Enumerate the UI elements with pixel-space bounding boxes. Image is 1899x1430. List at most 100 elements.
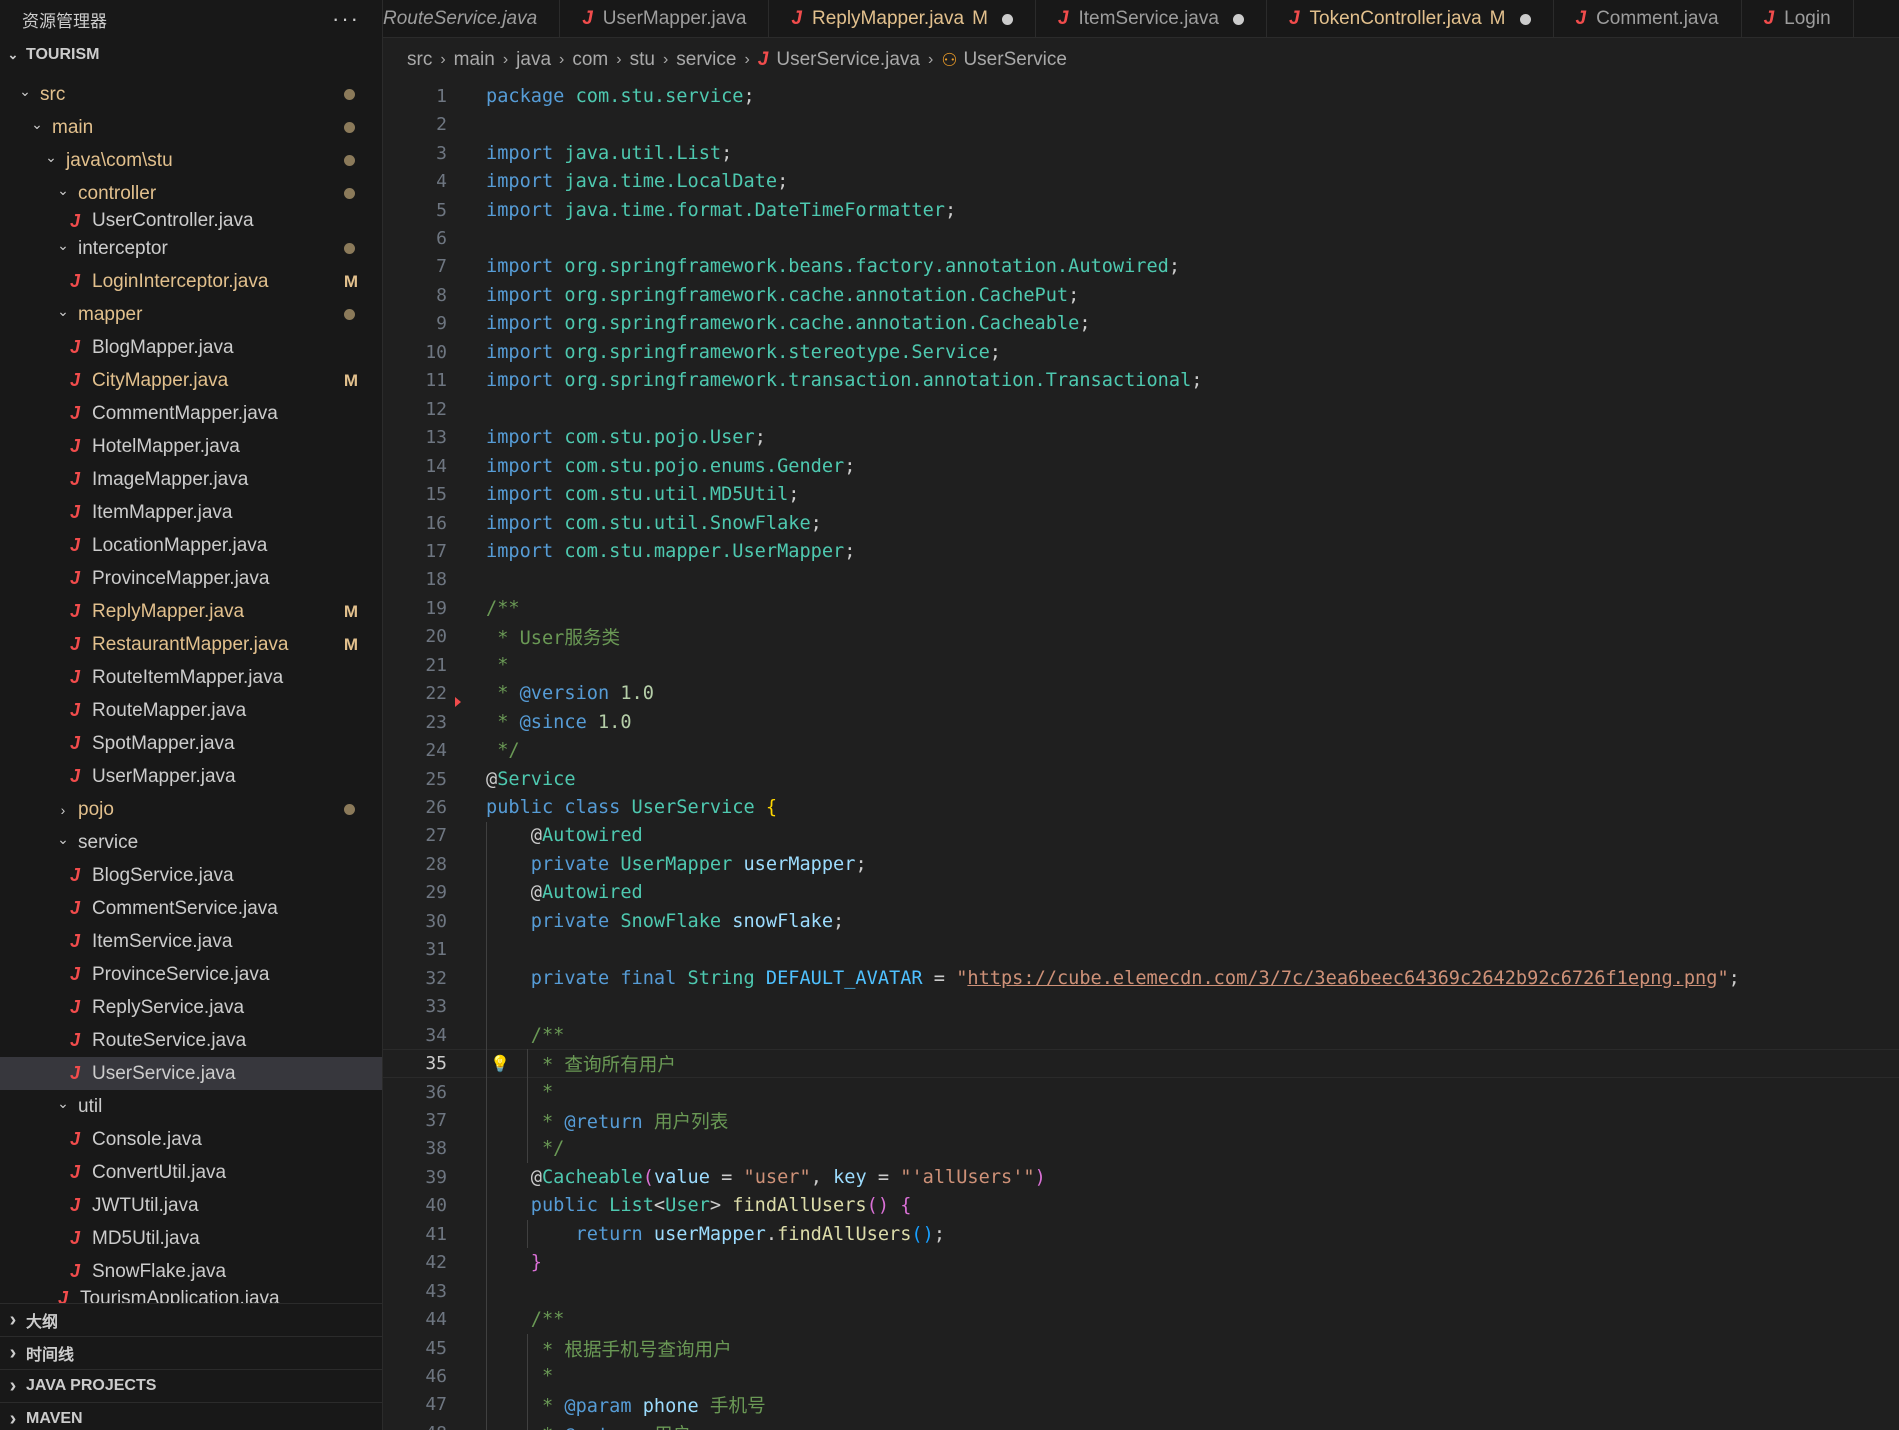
tree-file-item[interactable]: J SnowFlake.java: [0, 1255, 382, 1288]
tree-file-item[interactable]: J CommentService.java: [0, 892, 382, 925]
code-token: import: [486, 199, 565, 221]
tree-folder-item[interactable]: › pojo: [0, 793, 382, 826]
tab-replymapper-java[interactable]: J ReplyMapper.java M: [769, 0, 1036, 37]
line-number: 37: [425, 1109, 447, 1131]
tree-file-item[interactable]: J CommentMapper.java: [0, 397, 382, 430]
tree-folder-item[interactable]: ⌄ src: [0, 78, 382, 111]
code-token: *: [486, 1366, 554, 1387]
code-line: 9 import org.springframework.cache.annota…: [383, 310, 1899, 339]
tree-file-item[interactable]: J ProvinceMapper.java: [0, 562, 382, 595]
breadcrumb-item[interactable]: src: [407, 49, 432, 71]
code-token: package: [486, 85, 576, 107]
modified-badge: M: [1489, 8, 1506, 29]
tree-file-item[interactable]: J RouteMapper.java: [0, 694, 382, 727]
breadcrumb-item[interactable]: service: [676, 49, 736, 71]
tree-file-item[interactable]: J RouteItemMapper.java: [0, 661, 382, 694]
tab-tokencontroller-java[interactable]: J TokenController.java M: [1267, 0, 1554, 37]
ellipsis-icon[interactable]: ···: [332, 8, 360, 30]
tree-item-label: LocationMapper.java: [92, 534, 268, 556]
java-file-icon: J: [69, 766, 80, 786]
code-text: import org.springframework.beans.factory…: [486, 256, 1180, 277]
tab-login[interactable]: J Login: [1742, 0, 1854, 37]
tree-file-item[interactable]: J ItemMapper.java: [0, 496, 382, 529]
line-number: 41: [425, 1223, 447, 1245]
code-line: 8 import org.springframework.cache.annota…: [383, 281, 1899, 310]
code-line: 39 @Cacheable(value = "user", key = "'al…: [383, 1163, 1899, 1192]
code-token: com.stu.util.SnowFlake: [564, 512, 811, 534]
tree-file-item[interactable]: J UserMapper.java: [0, 760, 382, 793]
chevron-down-icon: ⌄: [57, 1095, 69, 1111]
code-text: * @return 用户列表: [486, 1107, 728, 1134]
breadcrumb-item[interactable]: main: [454, 49, 495, 71]
tree-file-item[interactable]: J ConvertUtil.java: [0, 1156, 382, 1189]
code-text: import java.time.LocalDate;: [486, 171, 788, 192]
line-number: 34: [425, 1024, 447, 1046]
tree-file-item[interactable]: J MD5Util.java: [0, 1222, 382, 1255]
breadcrumb-item[interactable]: UserService.java: [776, 49, 920, 71]
tree-folder-item[interactable]: ⌄ interceptor: [0, 232, 382, 265]
tree-folder-item[interactable]: ⌄ java\com\stu: [0, 144, 382, 177]
breadcrumb-item[interactable]: UserService: [963, 49, 1066, 71]
tab-itemservice-java[interactable]: J ItemService.java: [1036, 0, 1267, 37]
breadcrumb-item[interactable]: stu: [630, 49, 655, 71]
tree-file-item[interactable]: J RestaurantMapper.java M: [0, 628, 382, 661]
code-token: *: [486, 1396, 565, 1418]
tree-file-item[interactable]: J ImageMapper.java: [0, 463, 382, 496]
tree-file-item[interactable]: J UserController.java: [0, 210, 382, 232]
code-text: * 查询所有用户: [486, 1050, 676, 1077]
tree-file-item[interactable]: J LocationMapper.java: [0, 529, 382, 562]
tree-file-item[interactable]: J LoginInterceptor.java M: [0, 265, 382, 298]
chevron-right-icon: ›: [662, 51, 669, 68]
tab-routeservice-java[interactable]: RouteService.java: [383, 0, 561, 37]
tree-file-item[interactable]: J RouteService.java: [0, 1024, 382, 1057]
modified-badge: M: [972, 8, 988, 29]
tree-item-label: main: [52, 116, 94, 138]
chevron-down-icon: ⌄: [57, 303, 69, 319]
sidebar-section-3[interactable]: › MAVEN: [0, 1402, 382, 1430]
code-line: 23 * @since 1.0: [383, 708, 1899, 737]
tree-file-item[interactable]: J ReplyService.java: [0, 991, 382, 1024]
sidebar-section-1[interactable]: › 时间线: [0, 1336, 382, 1369]
code-token: org.springframework.cache.annotation.Cac…: [564, 284, 1069, 306]
breadcrumb-item[interactable]: java: [516, 49, 551, 71]
tree-file-item[interactable]: J BlogService.java: [0, 859, 382, 892]
code-token: 用户: [643, 1425, 691, 1430]
java-file-icon: J: [69, 370, 80, 390]
chevron-right-icon: ›: [744, 51, 750, 68]
code-token: ;: [810, 512, 822, 534]
tree-file-item[interactable]: J ProvinceService.java: [0, 958, 382, 991]
workspace-root[interactable]: ⌄ TOURISM: [0, 38, 382, 71]
tree-item-label: HotelMapper.java: [92, 435, 240, 457]
line-number: 42: [425, 1252, 447, 1274]
java-file-icon: J: [1763, 8, 1775, 29]
tree-file-item[interactable]: J TourismApplication.java: [0, 1288, 382, 1303]
tree-file-item[interactable]: J HotelMapper.java: [0, 430, 382, 463]
line-number: 4: [436, 171, 447, 193]
tree-file-item[interactable]: J CityMapper.java M: [0, 364, 382, 397]
tab-usermapper-java[interactable]: J UserMapper.java: [560, 0, 770, 37]
lightbulb-icon[interactable]: 💡: [490, 1054, 510, 1073]
sidebar-section-2[interactable]: › JAVA PROJECTS: [0, 1369, 382, 1402]
line-number: 30: [425, 910, 447, 932]
tree-file-item[interactable]: J BlogMapper.java: [0, 331, 382, 364]
tree-file-item[interactable]: J ItemService.java: [0, 925, 382, 958]
tree-file-item[interactable]: J ReplyMapper.java M: [0, 595, 382, 628]
tree-folder-item[interactable]: ⌄ mapper: [0, 298, 382, 331]
tree-file-item[interactable]: J JWTUtil.java: [0, 1189, 382, 1222]
java-file-icon: J: [69, 964, 80, 984]
tree-folder-item[interactable]: ⌄ controller: [0, 177, 382, 210]
tab-comment-java[interactable]: J Comment.java: [1554, 0, 1742, 37]
tree-folder-item[interactable]: ⌄ service: [0, 826, 382, 859]
code-line: 3 import java.util.List;: [383, 139, 1899, 168]
tree-folder-item[interactable]: ⌄ util: [0, 1090, 382, 1123]
explorer-title: 资源管理器: [22, 11, 107, 31]
tree-file-item[interactable]: J Console.java: [0, 1123, 382, 1156]
change-marker-icon: [455, 697, 461, 708]
tree-file-item[interactable]: J UserService.java: [0, 1057, 382, 1090]
code-editor[interactable]: 1 package com.stu.service; 2 3 import java.…: [383, 82, 1899, 1430]
tree-folder-item[interactable]: ⌄ main: [0, 111, 382, 144]
code-text: private UserMapper userMapper;: [486, 854, 867, 875]
sidebar-section-0[interactable]: › 大纲: [0, 1303, 382, 1336]
breadcrumb-item[interactable]: com: [572, 49, 608, 71]
tree-file-item[interactable]: J SpotMapper.java: [0, 727, 382, 760]
